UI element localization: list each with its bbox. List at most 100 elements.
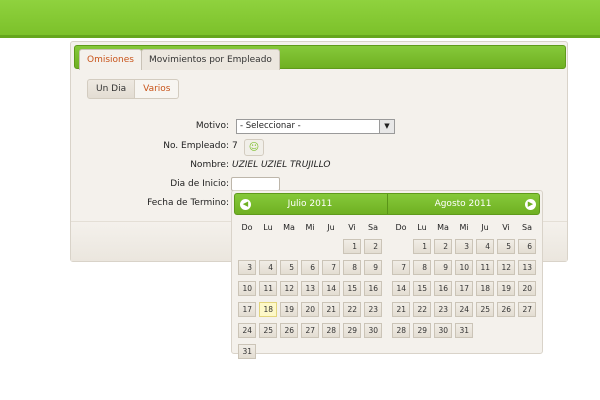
- weekday-header: Ju: [327, 223, 335, 232]
- calendar-day[interactable]: 28: [392, 323, 410, 338]
- calendar-day[interactable]: 27: [301, 323, 319, 338]
- calendar-day[interactable]: 30: [364, 323, 382, 338]
- calendar-day[interactable]: 25: [259, 323, 277, 338]
- tab-strip: Omisiones Movimientos por Empleado: [74, 45, 566, 70]
- empleado-label: No. Empleado:: [163, 141, 229, 151]
- calendar-day[interactable]: 15: [413, 281, 431, 296]
- calendar-day[interactable]: 9: [434, 260, 452, 275]
- calendar-day[interactable]: 13: [301, 281, 319, 296]
- calendar-day[interactable]: 5: [497, 239, 515, 254]
- dia-inicio-input[interactable]: [231, 177, 280, 191]
- varios-button[interactable]: Varios: [135, 79, 180, 99]
- calendar-day[interactable]: 11: [476, 260, 494, 275]
- un-dia-button[interactable]: Un Dia: [87, 79, 136, 99]
- calendar-day[interactable]: 29: [343, 323, 361, 338]
- weekday-header: Ma: [283, 223, 295, 232]
- calendar-day[interactable]: 17: [238, 302, 256, 317]
- calendar-day[interactable]: 23: [364, 302, 382, 317]
- tab-movimientos-por-empleado[interactable]: Movimientos por Empleado: [141, 49, 280, 70]
- fecha-termino-label: Fecha de Termino:: [147, 198, 229, 208]
- motivo-label: Motivo:: [195, 121, 229, 131]
- calendar-day[interactable]: 18: [476, 281, 494, 296]
- weekday-header: Lu: [263, 223, 273, 232]
- calendar-day[interactable]: 12: [497, 260, 515, 275]
- calendar-day[interactable]: 1: [343, 239, 361, 254]
- calendar-day[interactable]: 17: [455, 281, 473, 296]
- calendar-day[interactable]: 14: [392, 281, 410, 296]
- calendar-day[interactable]: 3: [455, 239, 473, 254]
- calendar-day[interactable]: 8: [413, 260, 431, 275]
- calendar-day[interactable]: 7: [322, 260, 340, 275]
- calendar-day[interactable]: 11: [259, 281, 277, 296]
- calendar-day[interactable]: 31: [238, 344, 256, 359]
- calendar-day[interactable]: 20: [301, 302, 319, 317]
- calendar-day[interactable]: 4: [476, 239, 494, 254]
- dia-inicio-label: Dia de Inicio:: [170, 179, 229, 189]
- weekday-header: Vi: [502, 223, 510, 232]
- calendar-day[interactable]: 6: [301, 260, 319, 275]
- nombre-value: UZIEL UZIEL TRUJILLO: [232, 160, 331, 170]
- calendar-day[interactable]: 18: [259, 302, 277, 317]
- calendar-day[interactable]: 22: [413, 302, 431, 317]
- weekday-header: Do: [395, 223, 407, 232]
- calendar-day[interactable]: 30: [434, 323, 452, 338]
- calendar-day[interactable]: 19: [497, 281, 515, 296]
- calendar-day[interactable]: 29: [413, 323, 431, 338]
- motivo-select[interactable]: - Seleccionar - ▼: [236, 119, 395, 134]
- weekday-header: Do: [241, 223, 253, 232]
- datepicker-header: ◀ Julio 2011 Agosto 2011 ▶: [234, 193, 540, 215]
- weekday-header: Mi: [305, 223, 315, 232]
- calendar-day[interactable]: 7: [392, 260, 410, 275]
- weekday-header: Vi: [348, 223, 356, 232]
- calendar-day[interactable]: 23: [434, 302, 452, 317]
- top-header-bar: [0, 0, 600, 38]
- calendar-day[interactable]: 27: [518, 302, 536, 317]
- calendar-day[interactable]: 5: [280, 260, 298, 275]
- calendar-day[interactable]: 28: [322, 323, 340, 338]
- calendar-day[interactable]: 1: [413, 239, 431, 254]
- calendar-day[interactable]: 2: [434, 239, 452, 254]
- calendar-day[interactable]: 26: [280, 323, 298, 338]
- calendar-day[interactable]: 31: [455, 323, 473, 338]
- calendar-day[interactable]: 8: [343, 260, 361, 275]
- calendar-day[interactable]: 24: [238, 323, 256, 338]
- user-search-icon[interactable]: ☺: [244, 139, 264, 156]
- motivo-select-value: - Seleccionar -: [240, 121, 301, 131]
- calendar-day[interactable]: 6: [518, 239, 536, 254]
- calendar-day[interactable]: 26: [497, 302, 515, 317]
- tab-omisiones[interactable]: Omisiones: [79, 49, 142, 70]
- weekday-header: Sa: [522, 223, 532, 232]
- calendar-day[interactable]: 20: [518, 281, 536, 296]
- calendar-day[interactable]: 25: [476, 302, 494, 317]
- calendar-day[interactable]: 9: [364, 260, 382, 275]
- calendar-day[interactable]: 22: [343, 302, 361, 317]
- calendar-day[interactable]: 14: [322, 281, 340, 296]
- calendar-day[interactable]: 2: [364, 239, 382, 254]
- calendar-day[interactable]: 4: [259, 260, 277, 275]
- weekday-header: Ma: [437, 223, 449, 232]
- calendar-day[interactable]: 16: [434, 281, 452, 296]
- month-title-julio: Julio 2011: [287, 199, 333, 209]
- calendar-day[interactable]: 15: [343, 281, 361, 296]
- calendar-day[interactable]: 10: [238, 281, 256, 296]
- chevron-down-icon[interactable]: ▼: [379, 120, 394, 133]
- weekday-header: Mi: [459, 223, 469, 232]
- calendar-day[interactable]: 3: [238, 260, 256, 275]
- weekday-header: Lu: [417, 223, 427, 232]
- calendar-day[interactable]: 10: [455, 260, 473, 275]
- calendar-day[interactable]: 16: [364, 281, 382, 296]
- calendar-day[interactable]: 24: [455, 302, 473, 317]
- next-month-icon[interactable]: ▶: [525, 199, 536, 210]
- empleado-value: 7: [232, 141, 238, 151]
- nombre-label: Nombre:: [190, 160, 229, 170]
- calendar-day[interactable]: 21: [322, 302, 340, 317]
- calendar-day[interactable]: 21: [392, 302, 410, 317]
- weekday-header: Sa: [368, 223, 378, 232]
- mode-button-set: Un Dia Varios: [87, 79, 180, 99]
- calendar-day[interactable]: 12: [280, 281, 298, 296]
- calendar-day[interactable]: 13: [518, 260, 536, 275]
- calendar-day[interactable]: 19: [280, 302, 298, 317]
- month-title-agosto: Agosto 2011: [434, 199, 492, 209]
- datepicker-popup: ◀ Julio 2011 Agosto 2011 ▶ Do Lu Ma Mi Ju Vi S…: [231, 190, 543, 359]
- weekday-header: Ju: [481, 223, 489, 232]
